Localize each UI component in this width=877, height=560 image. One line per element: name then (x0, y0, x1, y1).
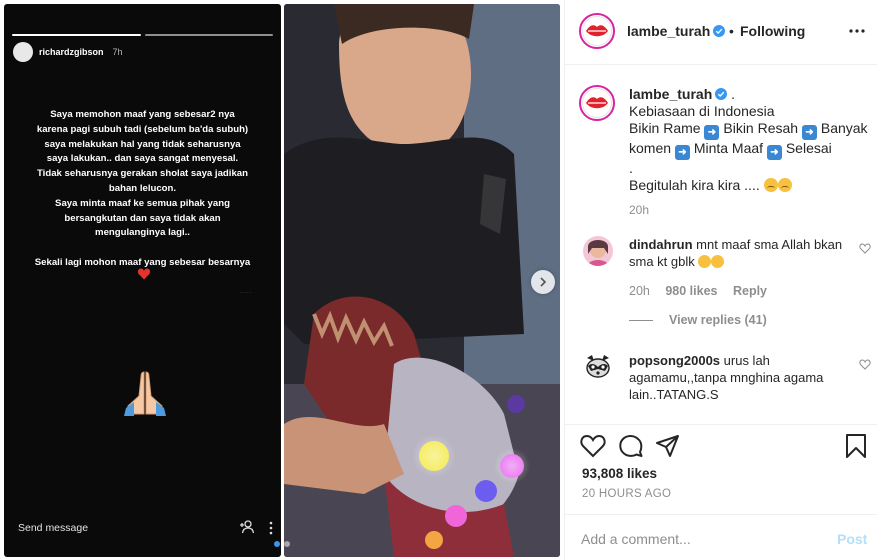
commenter-avatar[interactable] (583, 236, 613, 266)
comment-time[interactable]: 20h (629, 284, 650, 298)
comment-icon[interactable] (618, 433, 644, 459)
chevron-right-icon (540, 277, 547, 287)
caption-line-3: komen ➜ Minta Maaf ➜ Selesai (629, 140, 832, 160)
bookmark-icon[interactable] (843, 433, 869, 459)
comments-section[interactable]: lambe_turah . Kebiasaan di Indonesia Bik… (565, 66, 877, 424)
right-arrow-icon: ➜ (704, 125, 720, 140)
comment-meta: 20h 980 likes Reply (629, 284, 779, 298)
story-progress-bars (12, 34, 273, 36)
caption-line-4: . (629, 160, 633, 176)
send-message-input: Send message (18, 522, 89, 534)
caption-line-1: Kebiasaan di Indonesia (629, 103, 775, 119)
author-avatar[interactable] (579, 13, 615, 49)
carousel-indicator (274, 541, 290, 547)
post-actions: 93,808 likes 20 HOURS AGO (565, 424, 877, 514)
story-username: richardzgibson (39, 47, 104, 57)
caption-time[interactable]: 20h (629, 203, 649, 217)
comment-likes[interactable]: 980 likes (665, 284, 717, 298)
caption-line-5: Begitulah kira kira .... (629, 177, 869, 194)
next-media-button[interactable] (531, 270, 555, 294)
view-replies-button[interactable]: View replies (41) (629, 313, 767, 327)
caption-username[interactable]: lambe_turah (629, 86, 712, 102)
caption-dot: . (731, 86, 736, 102)
folded-hands-icon (124, 371, 166, 416)
caption-avatar[interactable] (579, 85, 615, 121)
replies-divider (629, 319, 653, 321)
story-screenshot: richardzgibson 7h Saya memohon maaf yang… (4, 4, 281, 557)
reply-button[interactable]: Reply (733, 284, 767, 298)
raccoon-avatar-icon (583, 352, 613, 382)
add-comment-input[interactable] (581, 528, 821, 550)
more-options-icon[interactable] (849, 29, 865, 33)
add-comment-bar: Post (565, 514, 877, 560)
post-comment-button[interactable]: Post (837, 531, 867, 547)
author-username[interactable]: lambe_turah (627, 23, 726, 39)
post-side-panel: lambe_turah • Following lambe_turah . Ke… (564, 0, 877, 560)
verified-badge-icon (715, 88, 728, 100)
lips-logo-icon (586, 97, 608, 109)
comment-text: popsong2000s urus lah agamamu,,tanpa mng… (629, 353, 824, 402)
video-frame[interactable] (284, 4, 560, 557)
commenter-photo (583, 236, 613, 266)
share-icon[interactable] (655, 433, 681, 459)
sad-face-icon (777, 178, 792, 192)
laughing-face-icon (698, 255, 712, 268)
header-separator: • (729, 23, 734, 39)
right-arrow-icon: ➜ (674, 145, 690, 160)
likes-count[interactable]: 93,808 likes (582, 466, 657, 481)
post-header: lambe_turah • Following (565, 0, 877, 65)
comment-username[interactable]: popsong2000s (629, 353, 720, 368)
right-arrow-icon: ➜ (801, 125, 817, 140)
caption-line-2: Bikin Rame ➜ Bikin Resah ➜ Banyak (629, 120, 868, 140)
caption-text: lambe_turah . Kebiasaan di Indonesia Bik… (629, 86, 869, 194)
vertical-dots-icon (269, 521, 273, 535)
post-media: richardzgibson 7h Saya memohon maaf yang… (0, 0, 564, 560)
video-scene (284, 4, 560, 557)
right-arrow-icon: ➜ (766, 145, 782, 160)
post-timestamp[interactable]: 20 HOURS AGO (582, 488, 671, 500)
sad-face-icon (763, 178, 778, 192)
story-time: 7h (112, 47, 123, 57)
story-watermark: · · · · · (239, 290, 251, 295)
commenter-avatar[interactable] (583, 352, 613, 382)
story-avatar (13, 42, 33, 62)
following-button[interactable]: Following (740, 23, 805, 39)
comment-text: dindahrun mnt maaf sma Allah bkan sma kt… (629, 237, 843, 269)
comment-username[interactable]: dindahrun (629, 237, 693, 252)
verified-badge-icon (713, 25, 726, 37)
heart-outline-icon[interactable] (580, 433, 606, 459)
lips-logo-icon (586, 25, 608, 37)
comment-like-icon[interactable] (859, 359, 871, 370)
comment-like-icon[interactable] (859, 243, 871, 254)
story-text: Saya memohon maaf yang sebesar2 nya kare… (34, 109, 251, 268)
laughing-face-icon (711, 255, 725, 268)
story-header: richardzgibson 7h (13, 42, 123, 62)
add-user-icon (240, 520, 255, 534)
red-heart-icon (137, 268, 151, 280)
